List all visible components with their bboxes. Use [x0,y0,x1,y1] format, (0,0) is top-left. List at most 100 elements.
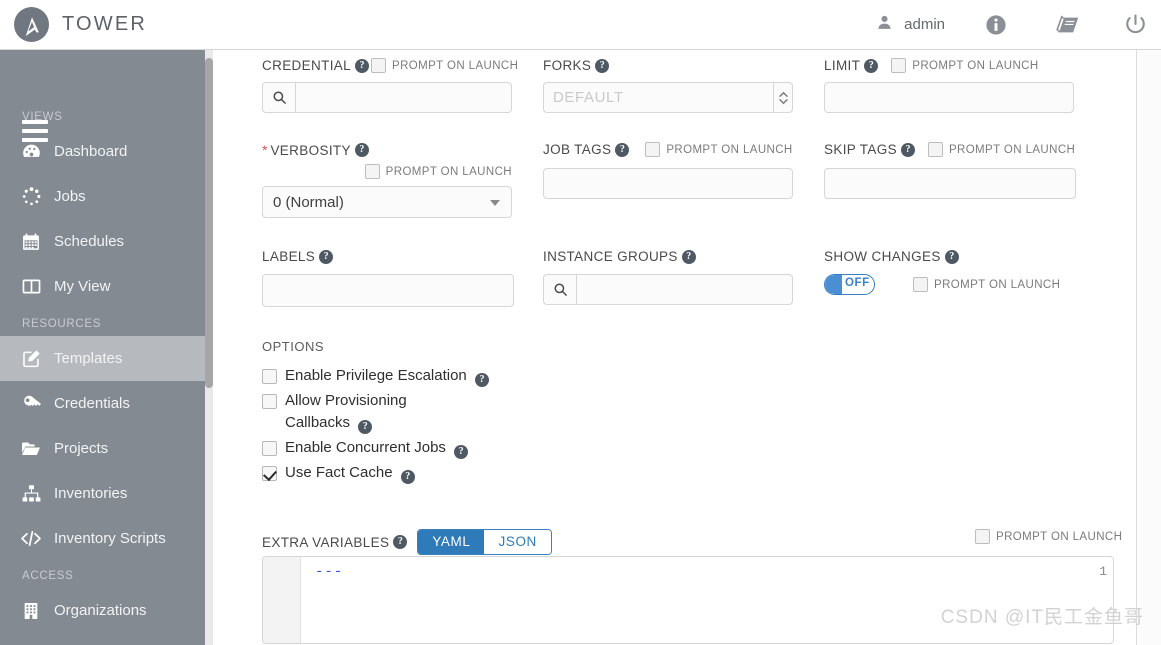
sidebar-item-projects[interactable]: Projects [0,426,205,471]
help-circle-icon[interactable]: ? [474,373,489,387]
job-tags-prompt-on-launch[interactable]: PROMPT ON LAUNCH [645,142,792,157]
checkbox[interactable] [913,277,928,292]
show-changes-prompt-on-launch[interactable]: PROMPT ON LAUNCH [913,277,1060,292]
sidebar-item-label: My View [54,278,111,295]
labels-field-group: LABELS ? [262,249,514,307]
checkbox[interactable] [262,441,277,456]
prompt-on-launch-label: PROMPT ON LAUNCH [385,165,512,178]
show-changes-toggle[interactable]: OFF [824,274,875,295]
forks-stepper[interactable] [543,82,793,113]
option-enable-concurrent-jobs[interactable]: Enable Concurrent Jobs ? [262,437,552,459]
toggle-state-label: OFF [845,277,870,289]
limit-prompt-on-launch[interactable]: PROMPT ON LAUNCH [891,58,1038,73]
required-asterisk: * [262,142,268,158]
header-user[interactable]: admin [876,0,945,49]
limit-input[interactable] [824,82,1074,113]
skip-tags-prompt-on-launch[interactable]: PROMPT ON LAUNCH [927,142,1076,157]
limit-field-group: LIMIT ? PROMPT ON LAUNCH [824,58,1074,113]
help-circle-icon[interactable]: ? [454,445,469,459]
help-circle-icon[interactable]: ? [319,249,334,264]
help-circle-icon[interactable]: ? [944,249,959,264]
checkbox[interactable] [262,466,277,481]
checkbox[interactable] [927,142,943,157]
sidebar-item-dashboard[interactable]: Dashboard [0,129,205,174]
forks-input[interactable] [543,82,773,113]
verbosity-label: VERBOSITY [270,142,351,158]
verbosity-prompt-on-launch[interactable]: PROMPT ON LAUNCH [364,164,512,179]
skip-tags-input[interactable] [824,168,1076,199]
sidebar-item-my-view[interactable]: My View [0,264,205,309]
power-off-icon[interactable] [1124,0,1147,49]
format-json-button[interactable]: JSON [484,530,551,554]
building-icon [14,601,48,621]
help-circle-icon[interactable]: ? [354,143,369,157]
sidebar-item-inventory-scripts[interactable]: Inventory Scripts [0,516,205,561]
chevron-down-icon[interactable] [490,200,500,206]
credential-prompt-on-launch[interactable]: PROMPT ON LAUNCH [371,58,518,73]
job-tags-input[interactable] [543,168,793,199]
book-icon[interactable] [1055,0,1081,49]
checkbox[interactable] [975,529,990,544]
help-circle-icon[interactable]: ? [864,58,879,73]
help-circle-icon[interactable]: ? [355,58,370,73]
sidebar-item-label: Schedules [54,233,125,250]
checkbox[interactable] [371,58,387,73]
stepper-up-down-icon[interactable] [773,82,793,113]
checkbox[interactable] [645,142,661,157]
instance-groups-input[interactable] [576,274,793,305]
search-icon[interactable] [543,274,576,305]
credential-search[interactable] [262,82,512,113]
info-circle-icon[interactable] [985,0,1007,49]
help-circle-icon[interactable]: ? [400,470,415,484]
option-enable-privilege-escalation[interactable]: Enable Privilege Escalation ? [262,365,552,387]
brand[interactable]: TOWER [14,7,147,42]
skip-tags-label: SKIP TAGS [824,142,897,157]
credential-input[interactable] [295,82,512,113]
checkbox[interactable] [262,394,277,409]
editor-code-line[interactable]: --- [315,564,343,580]
sidebar-item-organizations[interactable]: Organizations [0,588,205,633]
sidebar-item-label: Inventory Scripts [54,530,166,547]
help-circle-icon[interactable]: ? [393,535,408,549]
pencil-square-icon [14,348,48,369]
verbosity-select[interactable]: 0 (Normal) [262,186,512,218]
toggle-knob [825,275,842,294]
format-yaml-button[interactable]: YAML [418,530,485,554]
extra-variables-prompt-on-launch[interactable]: PROMPT ON LAUNCH [975,529,1122,549]
help-circle-icon[interactable]: ? [900,142,915,157]
checkbox[interactable] [891,58,907,73]
option-use-fact-cache[interactable]: Use Fact Cache ? [262,462,552,484]
content-right-gutter [1138,50,1161,645]
checkbox[interactable] [262,369,277,384]
sidebar-item-label: Dashboard [54,143,128,160]
sidebar-scrollbar-thumb[interactable] [205,58,213,388]
sidebar-item-schedules[interactable]: Schedules [0,219,205,264]
sidebar-item-templates[interactable]: Templates [0,336,205,381]
option-allow-provisioning-callbacks[interactable]: Allow Provisioning Callbacks ? [262,390,552,434]
extra-variables-editor[interactable]: 1 --- [262,556,1114,644]
help-circle-icon[interactable]: ? [595,58,610,73]
sidebar-section-access: ACCESS [22,570,74,582]
options-group: OPTIONS Enable Privilege Escalation ? Al… [262,339,552,487]
code-icon [14,528,48,549]
skip-tags-field-group: SKIP TAGS ? PROMPT ON LAUNCH [824,142,1076,199]
sidebar-item-credentials[interactable]: Credentials [0,381,205,426]
extra-variables-format-toggle[interactable]: YAML JSON [417,529,552,555]
brand-title: TOWER [62,13,148,35]
sidebar-item-inventories[interactable]: Inventories [0,471,205,516]
instance-groups-search[interactable] [543,274,793,305]
prompt-on-launch-label: PROMPT ON LAUNCH [948,143,1076,156]
help-circle-icon[interactable]: ? [681,249,696,264]
checkbox[interactable] [364,164,380,179]
verbosity-field-group: * VERBOSITY ? PROMPT ON LAUNCH 0 (Normal… [262,142,512,218]
jobs-spinner-icon [14,186,48,207]
sidebar-item-label: Organizations [54,602,147,619]
instance-groups-field-group: INSTANCE GROUPS ? [543,249,793,305]
help-circle-icon[interactable]: ? [615,142,630,157]
help-circle-icon[interactable]: ? [358,420,373,434]
labels-input[interactable] [262,274,514,307]
options-title: OPTIONS [262,339,325,354]
search-icon[interactable] [262,82,295,113]
credential-label: CREDENTIAL [262,58,352,73]
sidebar-item-jobs[interactable]: Jobs [0,174,205,219]
